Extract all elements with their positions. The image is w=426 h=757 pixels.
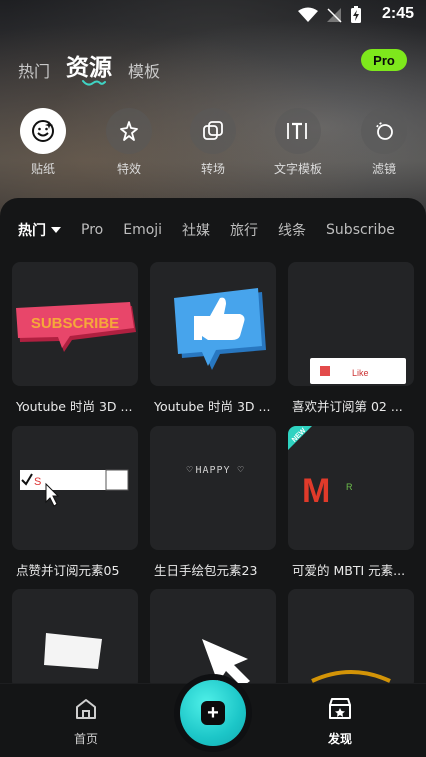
discover-icon xyxy=(329,698,351,719)
sticker-card[interactable]: SUBSCRIBE xyxy=(12,262,138,386)
create-button[interactable]: + xyxy=(180,680,246,746)
tab-templates[interactable]: 模板 xyxy=(128,58,160,82)
svg-text:♡: ♡ xyxy=(237,465,244,474)
filter-row: 热门 Pro Emoji 社媒 旅行 线条 Subscribe xyxy=(18,220,395,240)
sticker-card[interactable] xyxy=(150,589,276,689)
active-tab-indicator xyxy=(82,80,107,86)
caret-down-icon xyxy=(51,227,61,233)
transition-icon xyxy=(190,108,236,154)
sticker-m-text: M xyxy=(302,472,330,510)
white-card-sticker-preview xyxy=(44,633,102,669)
sticker-icon xyxy=(20,108,66,154)
content-panel: 热门 Pro Emoji 社媒 旅行 线条 Subscribe SUBSCRIB… xyxy=(0,198,426,757)
category-transition[interactable]: 转场 xyxy=(178,108,248,177)
subscribe-sticker-preview: SUBSCRIBE xyxy=(16,302,136,352)
tab-resources[interactable]: 资源 xyxy=(66,48,112,86)
filter-travel[interactable]: 旅行 xyxy=(230,220,258,240)
happy-sticker-preview: HAPPY ♡ ♡ xyxy=(186,465,244,476)
category-text-template-label: 文字模板 xyxy=(273,162,322,176)
cursor-sticker-preview xyxy=(202,639,250,687)
sticker-card[interactable]: Like xyxy=(288,262,414,386)
card-title: 生日手绘包元素23 xyxy=(154,563,258,578)
no-signal-icon xyxy=(327,8,342,23)
sticker-card[interactable] xyxy=(12,589,138,689)
thumbs-up-sticker-preview xyxy=(174,288,266,370)
category-text-template[interactable]: 文字模板 xyxy=(263,108,333,177)
sticker-card[interactable]: HAPPY ♡ ♡ xyxy=(150,426,276,550)
sticker-card[interactable]: NEW M R xyxy=(288,426,414,550)
pro-badge[interactable]: Pro xyxy=(361,49,407,71)
status-bar: 2:45 xyxy=(0,0,426,30)
category-filter-label: 滤镜 xyxy=(371,162,396,176)
nav-home-label: 首页 xyxy=(73,732,98,746)
filter-subscribe[interactable]: Subscribe xyxy=(326,222,395,238)
like-sticker-preview: Like xyxy=(310,358,406,384)
filter-popular-label: 热门 xyxy=(18,223,46,239)
sticker-happy-text: HAPPY xyxy=(195,465,230,476)
top-tabs: 热门 资源 模板 xyxy=(18,48,160,86)
filter-emoji[interactable]: Emoji xyxy=(123,222,162,238)
category-filter[interactable]: 滤镜 xyxy=(349,108,419,177)
nav-home[interactable]: 首页 xyxy=(46,696,126,747)
filter-pro[interactable]: Pro xyxy=(81,222,103,238)
card-title: 喜欢并订阅第 02 ... xyxy=(292,399,403,414)
status-icons xyxy=(298,6,362,24)
sticker-card[interactable] xyxy=(150,262,276,386)
tab-popular[interactable]: 热门 xyxy=(18,58,50,82)
sticker-card[interactable] xyxy=(288,589,414,689)
plus-icon: + xyxy=(201,701,225,725)
filter-lines[interactable]: 线条 xyxy=(278,220,306,240)
sticker-card[interactable]: S xyxy=(12,426,138,550)
category-sticker-label: 贴纸 xyxy=(30,162,55,176)
glow-sticker-preview xyxy=(311,670,391,683)
filter-icon xyxy=(361,108,407,154)
filter-popular[interactable]: 热门 xyxy=(18,220,61,240)
nav-discover[interactable]: 发现 xyxy=(300,696,380,747)
sticker-s-text: S xyxy=(34,476,41,488)
home-icon xyxy=(76,699,96,719)
effects-icon xyxy=(106,108,152,154)
battery-icon xyxy=(351,6,361,23)
nav-discover-label: 发现 xyxy=(327,732,352,746)
subscribe-bar-sticker-preview: S xyxy=(20,469,129,507)
category-effects[interactable]: 特效 xyxy=(94,108,164,177)
card-title: 可爱的 MBTI 元素... xyxy=(292,563,406,578)
wifi-icon xyxy=(298,7,318,22)
svg-text:♡: ♡ xyxy=(186,465,193,474)
status-time: 2:45 xyxy=(381,5,414,22)
filter-social[interactable]: 社媒 xyxy=(182,220,210,240)
sticker-like-text: Like xyxy=(352,368,369,378)
card-title: 点赞并订阅元素05 xyxy=(16,563,120,578)
category-effects-label: 特效 xyxy=(116,162,141,176)
mbti-sticker-preview: NEW M R xyxy=(288,426,353,510)
category-row: 贴纸 特效 转场 文字模板 滤镜 xyxy=(0,108,426,178)
text-template-icon xyxy=(275,108,321,154)
category-transition-label: 转场 xyxy=(200,162,225,176)
card-title: Youtube 时尚 3D ... xyxy=(154,399,271,414)
sticker-subscribe-text: SUBSCRIBE xyxy=(31,315,119,332)
card-title: Youtube 时尚 3D ... xyxy=(16,399,133,414)
svg-text:R: R xyxy=(346,482,353,492)
category-sticker[interactable]: 贴纸 xyxy=(8,108,78,177)
